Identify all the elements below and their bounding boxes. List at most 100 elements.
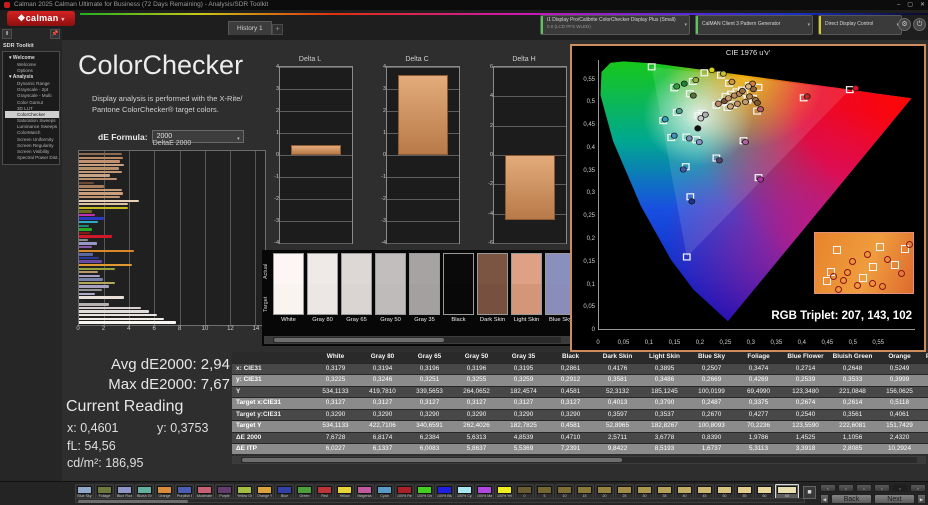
cie-x-tick: 0,25 [719, 340, 732, 346]
deltae-bar [79, 238, 88, 242]
inset-target-square [891, 260, 900, 269]
pin-sidebar-button[interactable]: 📌 [50, 29, 60, 39]
swatch-box [273, 253, 304, 315]
table-cell: 340,6591 [416, 422, 443, 429]
table-cell: 9,8422 [607, 445, 628, 452]
gridline [280, 155, 352, 156]
cie-y-tick: 0,15 [583, 258, 595, 265]
cie-measured-dot [685, 135, 693, 142]
de-formula-value: 2000 [156, 133, 173, 140]
table-scroll-thumb[interactable] [242, 458, 622, 462]
add-tab-button[interactable]: + [272, 24, 283, 35]
cie-measured-dot [754, 99, 761, 106]
table-row-label: x: CIE31 [236, 364, 262, 372]
transport-button-1[interactable]: • [820, 484, 836, 492]
deltae-bar [79, 296, 125, 299]
pattern-scroll-thumb[interactable] [78, 500, 188, 503]
collapse-sidebar-button[interactable]: ⬆ [2, 29, 12, 39]
y-tick-label: -3 [274, 218, 279, 224]
tree-group-header[interactable]: ▾ Welcome [5, 54, 59, 61]
table-cell: 0,3375 [748, 399, 769, 406]
table-cell: 2,5711 [607, 433, 628, 441]
gridline [280, 177, 352, 178]
table-cell: 0,3290 [372, 410, 393, 418]
deltae-bar [79, 210, 92, 213]
inset-target-square [832, 246, 841, 255]
window-controls: – ▢ ✕ [897, 0, 925, 10]
cie-measured-dot [692, 76, 700, 84]
scroll-left-icon[interactable] [265, 337, 273, 343]
swatch-box [477, 253, 508, 315]
transport-button-4[interactable]: • [874, 484, 890, 492]
transport-button-6[interactable]: • [910, 484, 926, 492]
cie-measured-dot [689, 92, 697, 99]
inset-measured-dot [868, 279, 876, 287]
table-scrollbar[interactable] [232, 456, 926, 464]
power-button[interactable]: ⏻ [913, 18, 926, 31]
swatch-scrollbar[interactable] [264, 336, 570, 344]
table-row: Target Y 534,1133 422,7106 340,6591 262,4026… [232, 421, 928, 433]
table-cell: 0,3127 [419, 399, 440, 406]
cie-y-tick: 0,3 [586, 190, 595, 197]
source-select-button[interactable]: CalMAN Client 3 Pattern Generator ▾ [695, 15, 813, 35]
table-column-header: Gray 50 [464, 353, 489, 360]
table-cell: 0,3127 [560, 399, 581, 406]
meter-select-button[interactable]: i1 Display Pro/Calibrite ColorChecker Di… [540, 15, 690, 35]
table-cell: 0,4581 [560, 387, 581, 395]
next-arrow-button[interactable]: ▶ [917, 494, 926, 504]
deltae-bar [79, 249, 135, 252]
workflow-tree: ▾ Welcome Welcome Options ▾ Analysis Dynamic… [2, 51, 60, 165]
back-arrow-button[interactable]: ◀ [820, 494, 829, 504]
meter-mode: 0.0 (LCD PFS WLED) [547, 23, 591, 29]
scroll-left-icon[interactable] [233, 457, 241, 463]
close-icon[interactable]: ✕ [920, 0, 925, 10]
pattern-color [77, 486, 92, 494]
cie-measured-dot [728, 78, 736, 85]
deltae-bar [79, 317, 165, 320]
cie-measured-dot [708, 66, 716, 74]
avg-de2000: Avg dE2000: 2,94 [111, 356, 230, 373]
max-de2000: Max dE2000: 7,67 [108, 376, 230, 393]
settings-button[interactable]: ⚙ [898, 18, 911, 31]
actual-color [376, 254, 405, 284]
actual-color [342, 254, 371, 284]
maximize-icon[interactable]: ▢ [907, 0, 913, 10]
pattern-scrollbar[interactable] [75, 498, 805, 503]
transport-button-3[interactable]: • [856, 484, 872, 492]
cie-measured-dot [745, 83, 752, 90]
deltae2000-chart: DeltaE 2000 0 2 4 6 8 10 12 14 [76, 140, 266, 340]
table-row: x: CIE31 0,3179 0,3194 0,3196 0,3196 0,3195 0,… [232, 363, 928, 375]
scroll-right-icon[interactable] [561, 337, 569, 343]
stop-measure-button[interactable]: ■ [803, 486, 816, 499]
tab-history-1[interactable]: History 1 [228, 21, 272, 35]
table-cell: 52,3132 [605, 387, 630, 395]
deltae-bar [79, 188, 122, 192]
sidebar-item-spectral-power-dist-[interactable]: Spectral Power Dist. [5, 155, 59, 161]
x-tick-label: 10 [201, 326, 209, 332]
swatch-scroll-thumb[interactable] [274, 338, 444, 342]
mini-chart-plot: 6 4 2 0 -2 -4 -6 [488, 64, 567, 246]
pattern-color [357, 486, 372, 494]
cie-measured-dot [724, 95, 732, 102]
deltae-bar [79, 199, 140, 202]
tree-group-header[interactable]: ▾ Analysis [5, 73, 59, 80]
minimize-icon[interactable]: – [897, 0, 900, 10]
pattern-color [377, 486, 392, 494]
cie-x-tick: 0,35 [770, 340, 783, 346]
table-cell: 0,3290 [466, 410, 487, 418]
transport-button-2[interactable]: • [838, 484, 854, 492]
table-column-header: Orange [888, 353, 911, 360]
y-tick-label: 4 [382, 64, 386, 70]
chevron-down-icon: ▾ [807, 22, 810, 28]
target-row-label: Target [263, 296, 269, 312]
transport-button-5[interactable]: • [892, 484, 908, 492]
display-control-button[interactable]: Direct Display Control ▾ [818, 15, 902, 35]
next-button[interactable]: Next [874, 494, 915, 504]
calman-menu-button[interactable]: ❖calman ▾ [7, 11, 75, 26]
scroll-right-icon[interactable] [917, 457, 925, 463]
deltae-bar [79, 242, 97, 245]
back-button[interactable]: Back [831, 494, 872, 504]
table-cell: 0,4277 [748, 410, 769, 418]
table-column-header: Foliage [747, 353, 770, 360]
cie-measured-dot [746, 93, 753, 100]
